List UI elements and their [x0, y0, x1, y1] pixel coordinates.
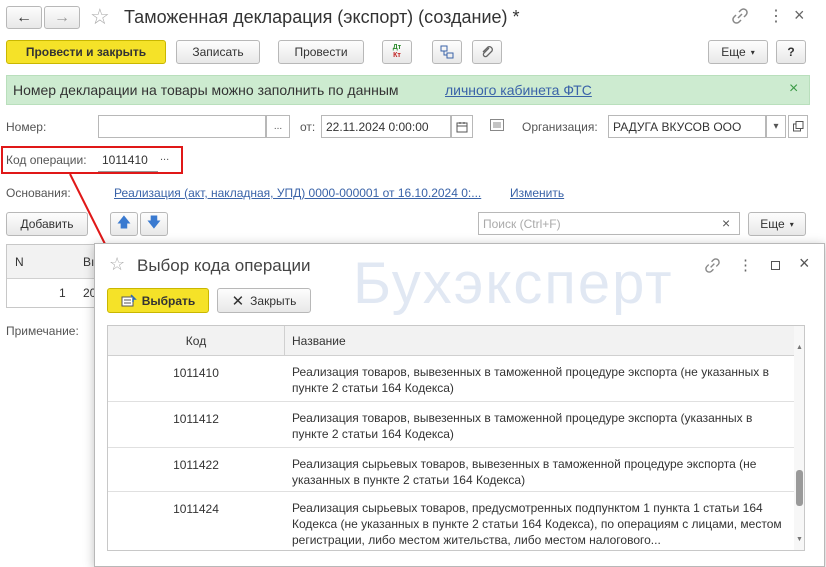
item-name: Реализация сырьевых товаров, вывезенных … — [292, 457, 757, 487]
select-button[interactable]: Выбрать — [107, 288, 209, 313]
item-code: 1011410 — [173, 366, 219, 380]
basis-label: Основания: — [6, 186, 71, 200]
arrow-down-icon: 🡇 — [146, 214, 162, 230]
close-label: Закрыть — [250, 293, 297, 308]
list-item[interactable]: 1011410 Реализация товаров, вывезенных в… — [108, 356, 794, 402]
list-item[interactable]: 1011422 Реализация сырьевых товаров, выв… — [108, 448, 794, 492]
basis-link[interactable]: Реализация (акт, накладная, УПД) 0000-00… — [114, 186, 481, 200]
select-icon — [121, 293, 137, 306]
dialog-star-icon[interactable]: ☆ — [109, 254, 125, 275]
col-divider — [284, 326, 285, 356]
watermark: Бухэксперт — [353, 251, 674, 316]
table-more-label: Еще — [760, 217, 785, 231]
goods-table: N Вı 1 20 — [6, 244, 96, 308]
dialog-title: Выбор кода операции — [137, 256, 311, 275]
dialog-close-icon[interactable]: × — [799, 253, 810, 274]
codes-list: Код Название 1011410 Реализация товаров,… — [107, 325, 805, 551]
item-name: Реализация товаров, вывезенных в таможен… — [292, 365, 770, 395]
dialog-more-icon[interactable]: ⋮ — [738, 256, 753, 274]
list-scrollbar[interactable]: ▲ ▼ — [794, 326, 804, 550]
search-input[interactable]: Поиск (Ctrl+F) — [478, 212, 740, 235]
col-code-header: Код — [185, 334, 207, 348]
list-item[interactable]: 1011424 Реализация сырьевых товаров, пре… — [108, 492, 794, 550]
close-x-icon: ✕ — [231, 292, 245, 310]
col-n-header: N — [15, 255, 24, 269]
item-code: 1011424 — [173, 502, 219, 516]
add-button[interactable]: Добавить — [6, 212, 88, 236]
arrow-up-icon: 🡅 — [116, 214, 132, 230]
dialog-link-icon[interactable] — [705, 258, 720, 276]
table-more-button[interactable]: Еще ▾ — [748, 212, 806, 236]
item-name: Реализация сырьевых товаров, предусмотре… — [292, 501, 782, 547]
col-name-header: Название — [292, 334, 346, 348]
item-code: 1011412 — [173, 412, 219, 426]
search-clear-icon[interactable]: × — [722, 215, 730, 231]
close-button[interactable]: ✕ Закрыть — [217, 288, 311, 313]
item-name: Реализация товаров, вывезенных в таможен… — [292, 411, 753, 441]
list-header: Код Название — [108, 326, 794, 356]
chevron-down-icon: ▾ — [789, 219, 794, 229]
list-item[interactable]: 1011412 Реализация товаров, вывезенных в… — [108, 402, 794, 448]
item-code: 1011422 — [173, 458, 219, 472]
dialog-maximize-icon[interactable] — [771, 261, 780, 270]
table-header: N Вı — [7, 245, 95, 279]
move-down-button[interactable]: 🡇 — [140, 212, 168, 236]
col-v-header: Вı — [83, 255, 95, 269]
scroll-up-icon[interactable]: ▲ — [796, 344, 803, 351]
opcode-selection-dialog: Бухэксперт ☆ Выбор кода операции ⋮ × Выб… — [94, 243, 825, 567]
row-n: 1 — [59, 286, 66, 300]
scroll-thumb[interactable] — [796, 470, 803, 506]
change-link[interactable]: Изменить — [510, 186, 564, 200]
note-label: Примечание: — [6, 324, 79, 338]
table-row[interactable]: 1 20 — [7, 279, 96, 307]
select-label: Выбрать — [141, 293, 196, 308]
move-up-button[interactable]: 🡅 — [110, 212, 138, 236]
scroll-down-icon[interactable]: ▼ — [796, 536, 803, 543]
